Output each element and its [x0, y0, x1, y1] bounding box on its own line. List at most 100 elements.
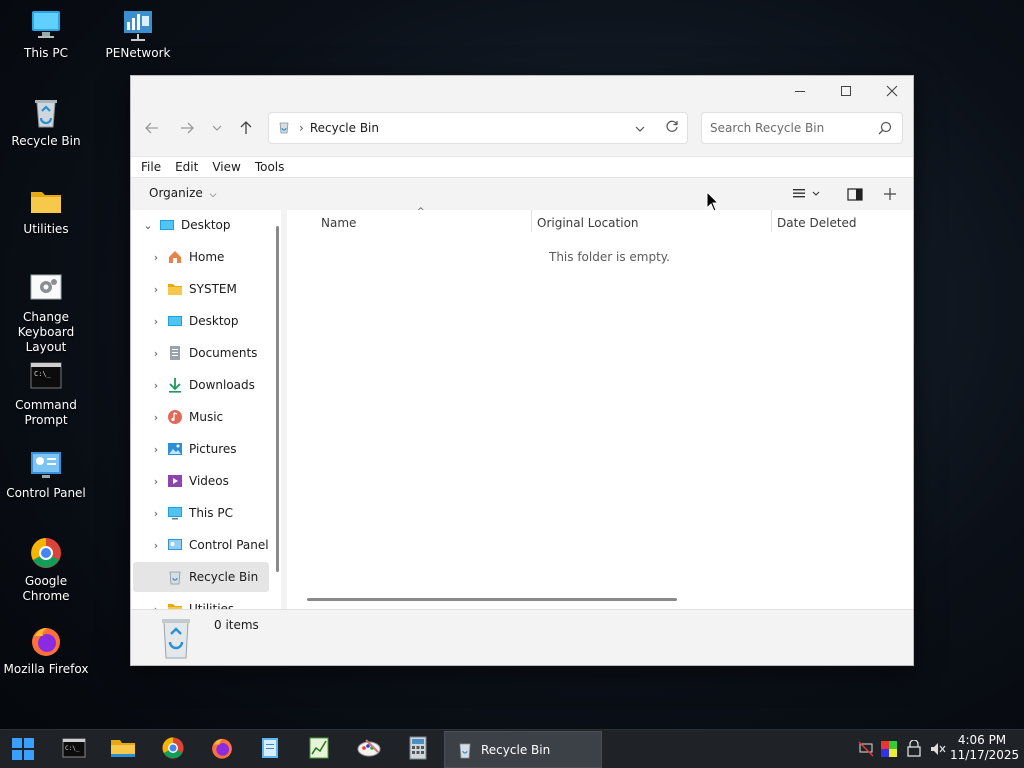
downloads-icon	[167, 377, 183, 393]
chevron-right-icon[interactable]: ›	[149, 283, 163, 296]
start-button[interactable]	[8, 735, 38, 763]
home-icon	[167, 249, 183, 265]
taskbar-active-recycle-bin[interactable]: Recycle Bin	[444, 731, 602, 768]
taskbar-calculator[interactable]	[403, 735, 433, 763]
desktop-icon-label: Mozilla Firefox	[3, 662, 89, 676]
file-list: ^ Name Original Location Date Deleted Th…	[287, 207, 913, 610]
taskbar-mozilla-firefox[interactable]	[207, 735, 237, 763]
calculator-icon	[408, 736, 428, 763]
back-button[interactable]	[139, 116, 165, 140]
menu-file[interactable]: File	[141, 160, 161, 174]
taskbar-chart-editor[interactable]	[304, 735, 334, 763]
forward-button[interactable]	[174, 116, 200, 140]
taskbar-google-chrome[interactable]	[158, 735, 188, 763]
refresh-button[interactable]	[665, 119, 679, 136]
notepad-icon	[259, 736, 281, 763]
desktop-icon-change-keyboard-layout[interactable]: Change Keyboard Layout	[0, 272, 92, 355]
nav-item-label: Home	[189, 250, 225, 264]
organize-button[interactable]: Organize ⌵	[149, 186, 216, 200]
maximize-button[interactable]	[823, 76, 869, 106]
menu-view[interactable]: View	[212, 160, 240, 174]
chevron-down-icon[interactable]: ⌄	[141, 219, 155, 232]
desktop-icon-penetwork[interactable]: PENetwork	[92, 8, 184, 61]
menu-bar: File Edit View Tools	[131, 156, 913, 178]
nav-item-pictures[interactable]: › Pictures	[133, 434, 269, 464]
taskbar-paint[interactable]	[354, 735, 384, 763]
command-prompt-icon: C:\_	[62, 737, 86, 762]
column-divider[interactable]	[771, 210, 772, 232]
up-button[interactable]	[233, 116, 259, 140]
search-box[interactable]: Search Recycle Bin	[701, 112, 903, 144]
column-header-original-location[interactable]: Original Location	[537, 216, 639, 230]
chevron-right-icon[interactable]: ›	[149, 379, 163, 392]
nav-item-control-panel[interactable]: › Control Panel	[133, 530, 269, 560]
chevron-right-icon[interactable]: ›	[149, 251, 163, 264]
menu-tools[interactable]: Tools	[255, 160, 285, 174]
nav-item-recycle-bin[interactable]: Recycle Bin	[133, 562, 269, 592]
nav-item-documents[interactable]: › Documents	[133, 338, 269, 368]
color-app-icon[interactable]	[880, 740, 898, 758]
preview-pane-button[interactable]	[847, 188, 863, 204]
nav-item-label: Desktop	[181, 218, 231, 232]
desktop-icon-label: Command Prompt	[15, 398, 77, 427]
view-options-button[interactable]	[793, 188, 823, 203]
nav-item-desktop[interactable]: › Desktop	[133, 306, 269, 336]
clock-date: 11/17/2025	[950, 748, 1020, 762]
address-bar[interactable]: › Recycle Bin	[268, 112, 688, 144]
volume-muted-icon[interactable]	[929, 740, 947, 758]
recent-locations-button[interactable]	[204, 116, 230, 140]
nav-pane-scrollbar[interactable]	[276, 226, 279, 572]
column-header-date-deleted[interactable]: Date Deleted	[777, 216, 857, 230]
chevron-right-icon[interactable]: ›	[149, 443, 163, 456]
breadcrumb-current[interactable]: Recycle Bin	[310, 121, 379, 135]
details-status-bar: 0 items	[131, 609, 913, 665]
nav-item-desktop-root[interactable]: ⌄ Desktop	[133, 210, 269, 240]
chevron-right-icon[interactable]: ›	[149, 315, 163, 328]
chevron-right-icon[interactable]: ›	[149, 507, 163, 520]
search-icon[interactable]	[878, 121, 892, 138]
security-icon[interactable]	[905, 739, 923, 758]
nav-item-utilities[interactable]: › Utilities	[133, 594, 269, 610]
nav-item-music[interactable]: › Music	[133, 402, 269, 432]
nav-item-label: Pictures	[189, 442, 237, 456]
network-disconnected-icon[interactable]	[857, 740, 875, 758]
nav-item-videos[interactable]: › Videos	[133, 466, 269, 496]
nav-item-this-pc[interactable]: › This PC	[133, 498, 269, 528]
new-item-button[interactable]	[883, 187, 897, 204]
taskbar-command-prompt[interactable]: C:\_	[59, 735, 89, 763]
chevron-right-icon[interactable]: ›	[149, 347, 163, 360]
address-history-dropdown[interactable]	[635, 121, 645, 135]
column-header-name[interactable]: Name	[321, 216, 356, 230]
chevron-right-icon[interactable]: ›	[149, 539, 163, 552]
horizontal-scrollbar[interactable]	[307, 598, 677, 601]
desktop-icon-control-panel[interactable]: Control Panel	[0, 448, 92, 501]
desktop-icon-google-chrome[interactable]: Google Chrome	[0, 536, 92, 604]
chrome-icon	[29, 536, 63, 570]
nav-item-system[interactable]: › SYSTEM	[133, 274, 269, 304]
desktop-icon-recycle-bin[interactable]: Recycle Bin	[0, 96, 92, 149]
desktop-icon	[159, 217, 175, 233]
taskbar-notepad[interactable]	[255, 735, 285, 763]
nav-item-downloads[interactable]: › Downloads	[133, 370, 269, 400]
close-button[interactable]	[869, 76, 915, 106]
desktop-icon-utilities[interactable]: Utilities	[0, 184, 92, 237]
minimize-button[interactable]	[777, 76, 823, 106]
nav-item-home[interactable]: › Home	[133, 242, 269, 272]
chevron-down-icon: ⌵	[209, 190, 217, 200]
command-prompt-icon: C:\_	[29, 360, 63, 394]
this-pc-icon	[29, 8, 63, 42]
recycle-bin-icon	[457, 741, 473, 759]
desktop-icon-label: This PC	[24, 46, 68, 60]
desktop-icon-label: Change Keyboard Layout	[17, 310, 75, 354]
column-divider[interactable]	[531, 210, 532, 232]
desktop-icon-command-prompt[interactable]: C:\_ Command Prompt	[0, 360, 92, 428]
nav-item-label: Control Panel	[189, 538, 269, 552]
menu-edit[interactable]: Edit	[175, 160, 198, 174]
desktop-icon-mozilla-firefox[interactable]: Mozilla Firefox	[0, 624, 92, 677]
taskbar-file-explorer[interactable]	[108, 735, 138, 763]
chevron-right-icon[interactable]: ›	[149, 411, 163, 424]
desktop-icon-this-pc[interactable]: This PC	[0, 8, 92, 61]
system-clock[interactable]: 4:06 PM 11/17/2025	[950, 733, 1020, 763]
svg-text:C:\_: C:\_	[34, 370, 52, 378]
chevron-right-icon[interactable]: ›	[149, 475, 163, 488]
